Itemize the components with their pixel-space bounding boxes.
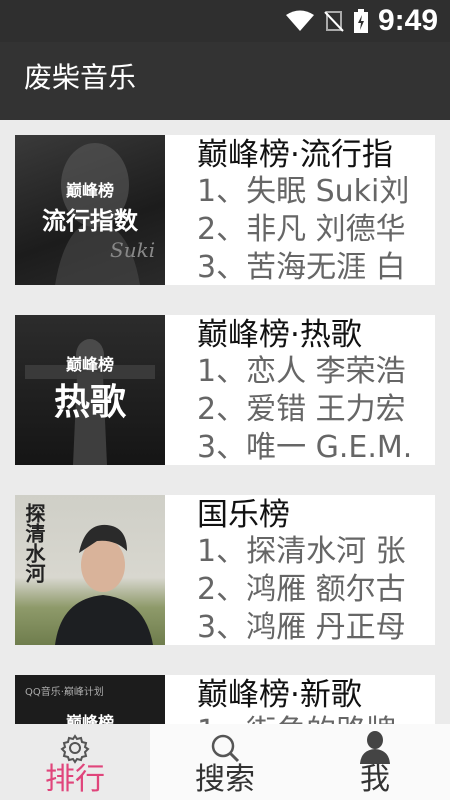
cover-text: 热歌 bbox=[53, 382, 126, 423]
chart-song-1: 1、街角的路牌 bbox=[197, 713, 435, 724]
chart-song-3: 3、唯一 G.E.M. bbox=[197, 430, 413, 465]
chart-list[interactable]: Suki 巅峰榜 流行指数 巅峰榜·流行指 1、失眠 Suki刘 2、非凡 刘德… bbox=[0, 120, 450, 724]
status-icons: 9:49 bbox=[285, 4, 438, 38]
status-time: 9:49 bbox=[377, 4, 438, 37]
chart-title: 巅峰榜·热歌 bbox=[197, 317, 362, 353]
chart-card-guoyue[interactable]: 探清水河 国乐榜 1、探清水河 张 2、鸿雁 额尔古 3、鸿雁 丹正母 bbox=[15, 495, 435, 645]
search-icon bbox=[211, 734, 240, 763]
app-title: 废柴音乐 bbox=[24, 61, 137, 94]
tab-label: 我 bbox=[360, 762, 390, 797]
tab-search[interactable]: 搜索 bbox=[150, 724, 300, 800]
app-bar: 废柴音乐 bbox=[0, 42, 450, 120]
chart-card-hot[interactable]: 巅峰榜 热歌 巅峰榜·热歌 1、恋人 李荣浩 2、爱错 王力宏 3、唯一 G.E… bbox=[15, 315, 435, 465]
chart-info: 巅峰榜·流行指 1、失眠 Suki刘 2、非凡 刘德华 3、苦海无涯 白 bbox=[197, 137, 435, 285]
chart-song-3: 3、苦海无涯 白 bbox=[197, 250, 406, 285]
chart-info: 国乐榜 1、探清水河 张 2、鸿雁 额尔古 3、鸿雁 丹正母 bbox=[197, 497, 435, 645]
chart-song-2: 2、非凡 刘德华 bbox=[197, 212, 406, 247]
cover-image-hot: 巅峰榜 热歌 bbox=[15, 315, 165, 465]
cover-brand: 巅峰榜 bbox=[65, 181, 114, 200]
chart-song-3: 3、鸿雁 丹正母 bbox=[197, 610, 406, 645]
bottom-tab-bar: 排行 搜索 我 bbox=[0, 724, 450, 800]
cover-image-new: QQ音乐·巅峰计划 巅峰榜 bbox=[15, 675, 165, 724]
cover-image-guoyue: 探清水河 bbox=[15, 495, 165, 645]
no-signal-icon bbox=[324, 11, 344, 32]
wifi-icon bbox=[285, 10, 314, 31]
cover-brand: 巅峰榜 bbox=[65, 355, 114, 374]
chart-title: 巅峰榜·流行指 bbox=[197, 137, 393, 173]
chart-song-1: 1、恋人 李荣浩 bbox=[197, 354, 406, 389]
chart-song-2: 2、鸿雁 额尔古 bbox=[197, 572, 406, 607]
person-icon bbox=[360, 731, 390, 764]
tab-me[interactable]: 我 bbox=[300, 724, 450, 800]
gear-icon bbox=[60, 734, 90, 764]
chart-card-pop[interactable]: Suki 巅峰榜 流行指数 巅峰榜·流行指 1、失眠 Suki刘 2、非凡 刘德… bbox=[15, 135, 435, 285]
chart-title: 国乐榜 bbox=[197, 497, 290, 533]
svg-text:Suki: Suki bbox=[110, 238, 155, 262]
chart-song-1: 1、失眠 Suki刘 bbox=[197, 174, 410, 209]
chart-info: 巅峰榜·热歌 1、恋人 李荣浩 2、爱错 王力宏 3、唯一 G.E.M. bbox=[197, 317, 435, 465]
cover-text: 巅峰榜 bbox=[65, 713, 114, 724]
cover-text: 流行指数 bbox=[42, 207, 138, 235]
cover-image-pop: Suki 巅峰榜 流行指数 bbox=[15, 135, 165, 285]
chart-song-2: 2、爱错 王力宏 bbox=[197, 392, 406, 427]
cover-text: 探清水河 bbox=[22, 503, 46, 583]
tab-label: 排行 bbox=[45, 762, 105, 797]
cover-brand: QQ音乐·巅峰计划 bbox=[25, 687, 104, 698]
chart-title: 巅峰榜·新歌 bbox=[197, 677, 362, 713]
tab-label: 搜索 bbox=[195, 762, 255, 797]
chart-song-1: 1、探清水河 张 bbox=[197, 534, 406, 569]
status-bar: 9:49 bbox=[0, 0, 450, 42]
chart-card-new[interactable]: QQ音乐·巅峰计划 巅峰榜 巅峰榜·新歌 1、街角的路牌 bbox=[15, 675, 435, 724]
battery-charging-icon bbox=[353, 9, 368, 33]
chart-info: 巅峰榜·新歌 1、街角的路牌 bbox=[197, 677, 435, 724]
tab-ranking[interactable]: 排行 bbox=[0, 724, 150, 800]
